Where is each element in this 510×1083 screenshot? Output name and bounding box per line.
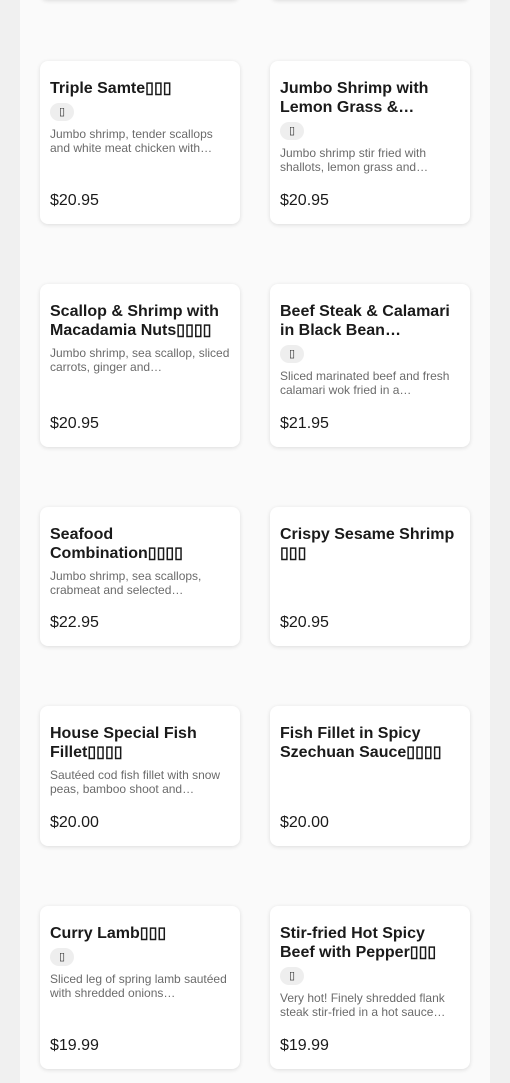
dietary-badge: ▯ <box>280 122 304 140</box>
menu-item-price: $19.99 <box>50 1037 99 1054</box>
menu-item-name: Fish Fillet in Spicy Szechuan Sauce▯▯▯▯ <box>280 725 442 761</box>
menu-item-price: $20.00 <box>50 814 99 831</box>
menu-item-price: $20.95 <box>280 614 329 631</box>
menu-item-card[interactable]: Scallop & Shrimp with Macadamia Nuts▯▯▯▯… <box>40 284 240 447</box>
dietary-badge: ▯ <box>50 948 74 966</box>
menu-item-description: Jumbo shrimp stir fried with shallots, l… <box>280 146 429 174</box>
menu-item-card[interactable]: Triple Samte▯▯▯ ▯ Jumbo shrimp, tender s… <box>40 61 240 224</box>
menu-item-name: Crispy Sesame Shrimp ▯▯▯ <box>280 526 455 562</box>
menu-item-description: Jumbo shrimp, sea scallop, sliced carrot… <box>50 346 230 374</box>
menu-item-name: Stir-fried Hot Spicy Beef with Pepper▯▯▯ <box>280 925 437 961</box>
menu-item-name: Curry Lamb▯▯▯ <box>50 925 167 942</box>
menu-item-price: $21.95 <box>280 415 329 432</box>
menu-item-description: Very hot! Finely shredded flank steak st… <box>280 991 446 1019</box>
menu-item-description: Jumbo shrimp, tender scallops and white … <box>50 127 213 155</box>
menu-item-name: Triple Samte▯▯▯ <box>50 80 172 97</box>
menu-item-card[interactable]: Seafood Combination▯▯▯▯ Jumbo shrimp, se… <box>40 507 240 646</box>
menu-item-name: House Special Fish Fillet▯▯▯▯ <box>50 725 197 761</box>
menu-item-description: Sliced leg of spring lamb sautéed with s… <box>50 972 227 1000</box>
menu-item-card[interactable]: Beef Steak & Calamari in Black Bean Sauc… <box>270 284 470 447</box>
menu-item-price: $20.00 <box>280 814 329 831</box>
dietary-badge: ▯ <box>280 345 304 363</box>
menu-item-card[interactable]: Fish Fillet in Spicy Szechuan Sauce▯▯▯▯ … <box>270 706 470 846</box>
menu-item-description: Sautéed cod fish fillet with snow peas, … <box>50 768 221 796</box>
menu-item-description: Jumbo shrimp, sea scallops, crabmeat and… <box>50 569 202 597</box>
menu-item-name: Seafood Combination▯▯▯▯ <box>50 526 183 562</box>
menu-item-card[interactable]: Crispy Sesame Shrimp ▯▯▯ $20.95 <box>270 507 470 646</box>
menu-item-card[interactable]: Curry Lamb▯▯▯ ▯ Sliced leg of spring lam… <box>40 906 240 1069</box>
menu-item-card[interactable]: House Special Fish Fillet▯▯▯▯ Sautéed co… <box>40 706 240 846</box>
menu-item-card[interactable]: Stir-fried Hot Spicy Beef with Pepper▯▯▯… <box>270 906 470 1069</box>
menu-item-price: $22.95 <box>50 614 99 631</box>
menu-item-price: $19.99 <box>280 1037 329 1054</box>
menu-item-name: Scallop & Shrimp with Macadamia Nuts▯▯▯▯ <box>50 303 219 339</box>
dietary-badge: ▯ <box>50 103 74 121</box>
menu-item-card[interactable]: Jumbo Shrimp with Lemon Grass & Peppe… ▯… <box>270 61 470 224</box>
menu-item-name: Jumbo Shrimp with Lemon Grass & Peppe… <box>280 80 429 116</box>
dietary-badge: ▯ <box>280 967 304 985</box>
menu-item-name: Beef Steak & Calamari in Black Bean Sauc… <box>280 303 450 339</box>
menu-page: Triple Samte▯▯▯ ▯ Jumbo shrimp, tender s… <box>20 0 490 1083</box>
menu-item-price: $20.95 <box>280 192 329 209</box>
menu-item-price: $20.95 <box>50 192 99 209</box>
menu-item-price: $20.95 <box>50 415 99 432</box>
menu-item-description: Sliced marinated beef and fresh calamari… <box>280 369 450 397</box>
